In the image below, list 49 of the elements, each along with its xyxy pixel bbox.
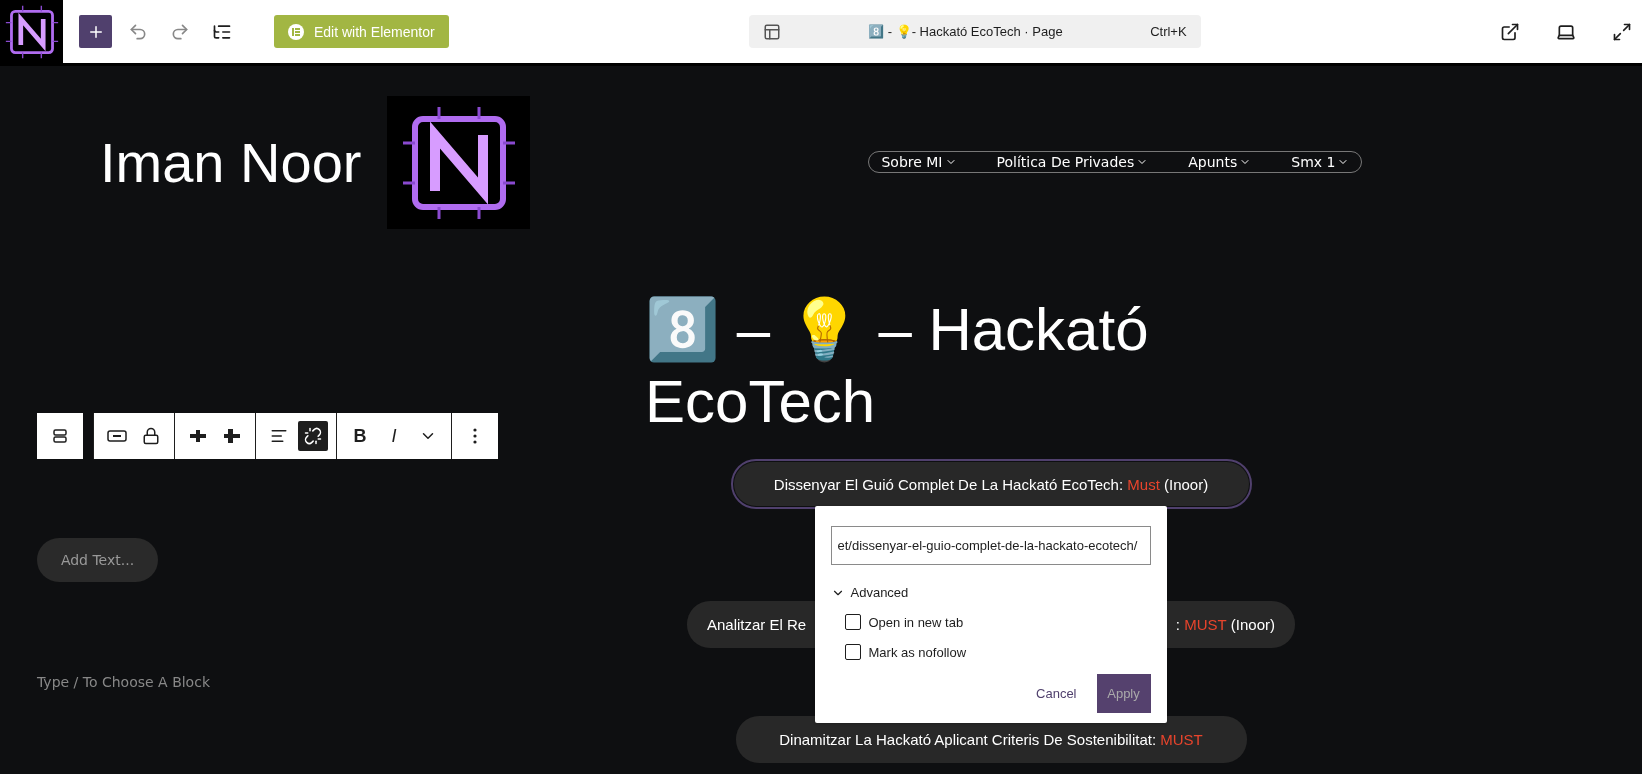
checkbox[interactable] bbox=[844, 644, 861, 660]
nav-item[interactable]: Política De Privades bbox=[996, 153, 1149, 170]
more-options-icon bbox=[473, 428, 477, 444]
page-layout-icon bbox=[762, 22, 781, 41]
checkbox-label: Mark as nofollow bbox=[868, 644, 967, 660]
logo-drawing bbox=[3, 3, 60, 60]
priority-label: MUST bbox=[1184, 616, 1227, 633]
expand-icon bbox=[1612, 21, 1632, 42]
item-text: : bbox=[1175, 616, 1181, 633]
site-logo[interactable] bbox=[0, 0, 63, 65]
add-block-button[interactable] bbox=[79, 15, 112, 48]
list-item[interactable]: Dissenyar El Guió Complet De La Hackató EcoTech: Must (Inoor) bbox=[733, 462, 1249, 506]
align-left-icon bbox=[270, 427, 288, 445]
command-palette-button[interactable]: 8⃣ - 💡- Hackató EcoTech · Page Ctrl+K bbox=[748, 15, 1201, 48]
toolbar-button[interactable]: I bbox=[379, 421, 409, 451]
undo-icon bbox=[128, 21, 148, 42]
width-icon bbox=[107, 429, 127, 443]
shortcut-label: Ctrl+K bbox=[1150, 24, 1187, 39]
move-icon bbox=[223, 427, 241, 445]
document-title: 8⃣ - 💡- Hackató EcoTech · Page bbox=[867, 24, 1064, 39]
priority-label: MUST bbox=[1160, 731, 1203, 748]
advanced-toggle[interactable]: Advanced bbox=[830, 585, 909, 600]
cancel-button[interactable]: Cancel bbox=[1030, 685, 1083, 702]
item-text: Dissenyar El Guió Complet De La Hackató EcoTech: bbox=[773, 475, 1125, 493]
checkbox[interactable] bbox=[844, 614, 861, 630]
add-text-button[interactable]: Add Text... bbox=[37, 538, 158, 582]
checkbox-label: Open in new tab bbox=[868, 614, 964, 630]
toolbar-button[interactable]: B bbox=[345, 421, 375, 451]
move-icon bbox=[189, 427, 207, 445]
item-text: Dinamitzar La Hackató Aplicant Criteris De Sostenibilitat: bbox=[779, 731, 1158, 748]
block-type-icon bbox=[51, 427, 69, 445]
priority-label: Must bbox=[1127, 475, 1160, 493]
nav-item[interactable]: Smx 1 bbox=[1291, 153, 1350, 170]
apply-button[interactable]: Apply bbox=[1096, 674, 1151, 713]
block-input-field[interactable]: Type / To Choose A Block bbox=[37, 674, 640, 690]
nav-item[interactable]: Sobre MI bbox=[881, 153, 957, 170]
item-text: (Inoor) bbox=[1229, 616, 1275, 633]
site-title: Iman Noor bbox=[100, 130, 362, 195]
page-heading: 8⃣ – 💡 – Hackató EcoTech bbox=[645, 295, 1150, 437]
url-input-field[interactable]: et/dissenyar-el-guio-complet-de-la-hackato-ecotech/ bbox=[830, 526, 1151, 565]
redo-icon bbox=[170, 21, 190, 42]
unlink-icon bbox=[304, 427, 322, 445]
item-text: (Inoor) bbox=[1163, 475, 1209, 493]
external-link-icon bbox=[1500, 21, 1520, 42]
toolbar-button[interactable] bbox=[298, 421, 328, 451]
lock-icon bbox=[142, 427, 160, 445]
nav-item[interactable]: Apunts bbox=[1188, 153, 1252, 170]
elementor-icon bbox=[288, 23, 304, 40]
item-text: Analitzar El Re bbox=[707, 616, 807, 633]
